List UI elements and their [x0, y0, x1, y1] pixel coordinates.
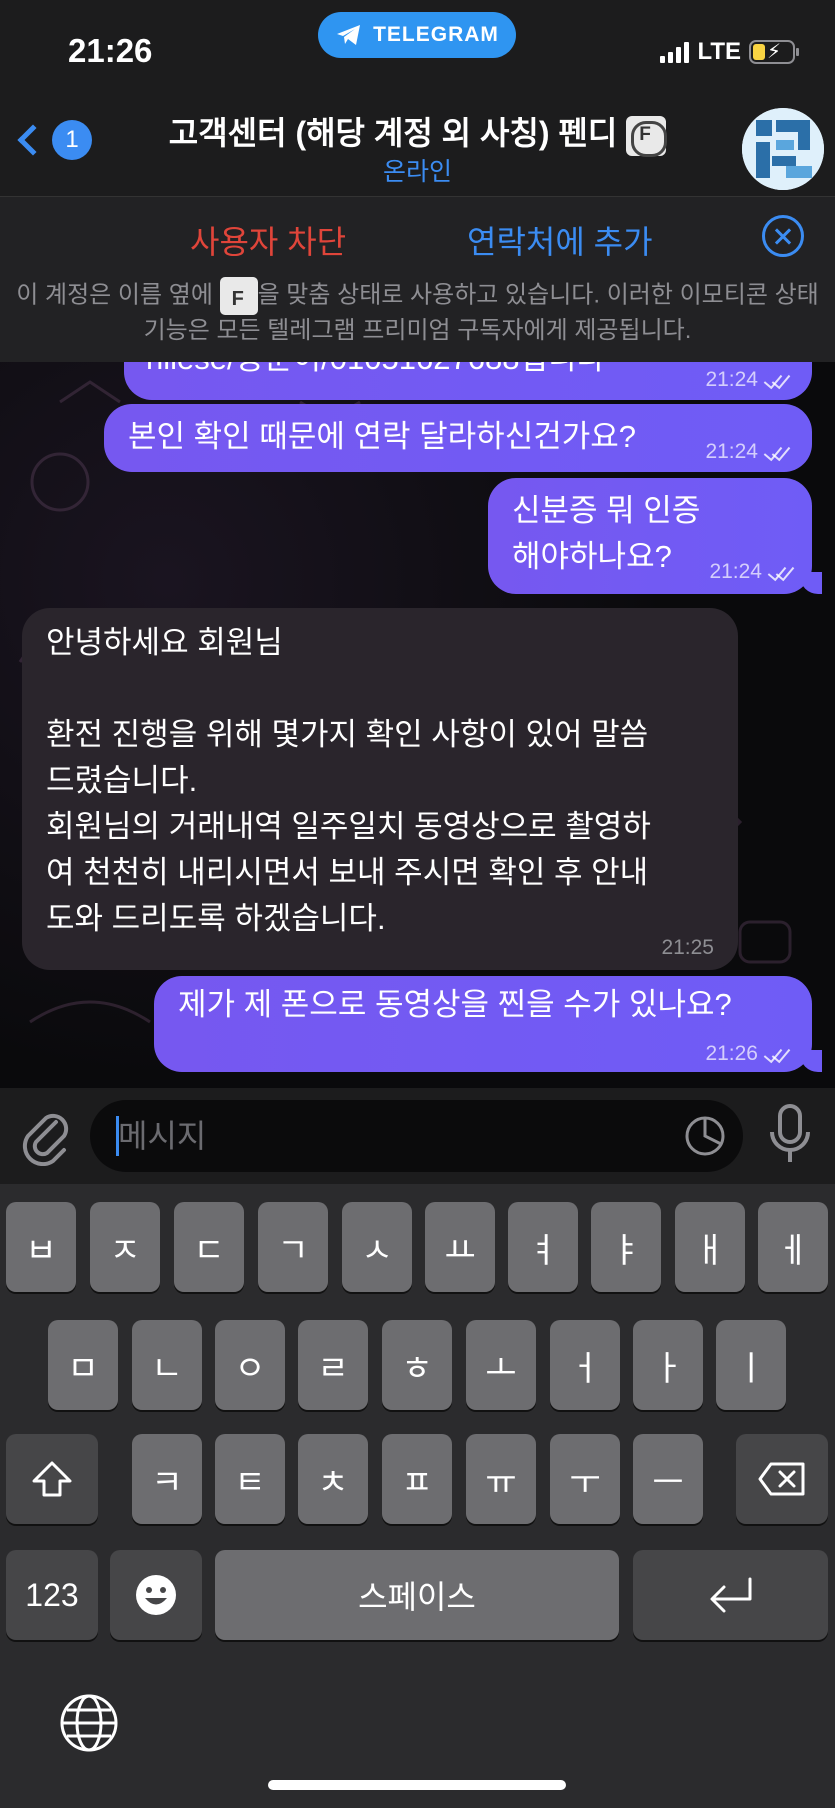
- close-banner-icon[interactable]: [762, 215, 804, 257]
- key[interactable]: ㅗ: [466, 1320, 536, 1410]
- message-meta: 21:24: [709, 560, 796, 584]
- space-key[interactable]: 스페이스: [215, 1550, 619, 1640]
- sticker-icon[interactable]: [683, 1114, 727, 1158]
- key[interactable]: ㅣ: [716, 1320, 786, 1410]
- network-label: LTE: [697, 38, 741, 65]
- key[interactable]: ㄷ: [174, 1202, 244, 1292]
- key[interactable]: ㅇ: [215, 1320, 285, 1410]
- chat-header: 21:26 TELEGRAM LTE ⚡ 1 고객센터 (해당 계정 외 사칭)…: [0, 0, 835, 196]
- message-text: 안녕하세요 회원님 환전 진행을 위해 몇가지 확인 사항이 있어 말씀 드렸습…: [46, 625, 651, 936]
- battery-icon: ⚡: [749, 40, 799, 64]
- message-bubble-outgoing[interactable]: nilese/중준이/01051627688입니다 21:24: [124, 362, 812, 400]
- key[interactable]: ㅊ: [298, 1434, 368, 1524]
- numbers-key[interactable]: 123: [6, 1550, 98, 1640]
- key[interactable]: ㅏ: [633, 1320, 703, 1410]
- add-contact-button[interactable]: 연락처에 추가: [467, 217, 653, 263]
- key[interactable]: ㅋ: [132, 1434, 202, 1524]
- home-indicator[interactable]: [268, 1780, 566, 1790]
- key[interactable]: ㅓ: [550, 1320, 620, 1410]
- korean-keyboard: ㅂ ㅈ ㄷ ㄱ ㅅ ㅛ ㅕ ㅑ ㅐ ㅔ ㅁ ㄴ ㅇ ㄹ ㅎ ㅗ ㅓ ㅏ ㅣ ㅋ …: [0, 1184, 835, 1808]
- key[interactable]: ㅠ: [466, 1434, 536, 1524]
- double-check-icon: [762, 1047, 792, 1061]
- avatar[interactable]: [742, 108, 824, 190]
- emoji-icon: [136, 1575, 176, 1615]
- unread-count-badge: 1: [52, 120, 92, 160]
- chat-title-text: 고객센터 (해당 계정 외 사칭) 펜디: [168, 115, 618, 151]
- message-text: 본인 확인 때문에 연락 달라하신건가요?: [128, 419, 637, 454]
- key[interactable]: ㅕ: [508, 1202, 578, 1292]
- key[interactable]: ㅎ: [382, 1320, 452, 1410]
- key[interactable]: ㅑ: [591, 1202, 661, 1292]
- message-time: 21:26: [705, 1042, 758, 1065]
- key[interactable]: ㄴ: [132, 1320, 202, 1410]
- telegram-icon: [337, 25, 361, 45]
- chevron-left-icon: [17, 124, 49, 156]
- microphone-icon[interactable]: [765, 1102, 815, 1168]
- shift-key[interactable]: [6, 1434, 98, 1524]
- paperclip-icon[interactable]: [20, 1106, 70, 1166]
- message-list[interactable]: nilese/중준이/01051627688입니다 21:24 본인 확인 때문…: [0, 362, 835, 1088]
- block-user-button[interactable]: 사용자 차단: [190, 217, 346, 263]
- key[interactable]: ㅡ: [633, 1434, 703, 1524]
- return-to-app-pill[interactable]: TELEGRAM: [318, 12, 516, 58]
- emoji-status-icon[interactable]: [626, 115, 668, 157]
- shift-icon: [32, 1461, 72, 1497]
- emoji-key[interactable]: [110, 1550, 202, 1640]
- message-composer: [0, 1088, 835, 1184]
- key[interactable]: ㅔ: [758, 1202, 828, 1292]
- online-status: 온라인: [382, 158, 452, 186]
- key[interactable]: ㅈ: [90, 1202, 160, 1292]
- message-bubble-incoming[interactable]: 안녕하세요 회원님 환전 진행을 위해 몇가지 확인 사항이 있어 말씀 드렸습…: [22, 608, 738, 970]
- message-meta: 21:24: [705, 440, 792, 464]
- chat-title[interactable]: 고객센터 (해당 계정 외 사칭) 펜디: [150, 108, 685, 157]
- globe-icon[interactable]: [58, 1692, 120, 1754]
- message-bubble-outgoing[interactable]: 신분증 뭐 인증 해야하나요? 21:24: [488, 478, 822, 594]
- key[interactable]: ㅍ: [382, 1434, 452, 1524]
- message-bubble-outgoing[interactable]: 제가 제 폰으로 동영상을 찐을 수가 있나요? 21:26: [154, 976, 822, 1072]
- key[interactable]: ㅐ: [675, 1202, 745, 1292]
- emoji-status-notice: 이 계정은 이름 옆에 을 맞춤 상태로 사용하고 있습니다. 이러한 이모티콘…: [10, 277, 825, 347]
- key[interactable]: ㄹ: [298, 1320, 368, 1410]
- key[interactable]: ㅌ: [215, 1434, 285, 1524]
- status-time: 21:26: [68, 32, 153, 69]
- back-button[interactable]: 1: [14, 120, 92, 160]
- emoji-status-inline-icon: [219, 277, 258, 315]
- double-check-icon: [766, 565, 796, 579]
- status-indicators: LTE ⚡: [660, 38, 799, 66]
- backspace-key[interactable]: [736, 1434, 828, 1524]
- pill-label: TELEGRAM: [373, 23, 499, 46]
- unknown-contact-banner: 사용자 차단 연락처에 추가 이 계정은 이름 옆에 을 맞춤 상태로 사용하고…: [0, 196, 835, 362]
- double-check-icon: [762, 445, 792, 459]
- return-icon: [710, 1577, 751, 1613]
- message-time: 21:24: [705, 368, 758, 391]
- message-time: 21:24: [709, 560, 762, 583]
- message-text: nilese/중준이/01051627688입니다: [146, 362, 605, 382]
- key[interactable]: ㅅ: [342, 1202, 412, 1292]
- message-meta: 21:24: [705, 368, 792, 392]
- double-check-icon: [762, 373, 792, 387]
- backspace-icon: [758, 1462, 805, 1496]
- key[interactable]: ㅛ: [425, 1202, 495, 1292]
- message-bubble-outgoing[interactable]: 본인 확인 때문에 연락 달라하신건가요? 21:24: [104, 404, 812, 472]
- message-text: 신분증 뭐 인증 해야하나요?: [512, 493, 701, 574]
- notice-text-1: 이 계정은 이름 옆에: [16, 281, 220, 309]
- key[interactable]: ㅂ: [6, 1202, 76, 1292]
- message-meta: 21:26: [705, 1042, 792, 1066]
- key[interactable]: ㄱ: [258, 1202, 328, 1292]
- message-input-field[interactable]: [90, 1100, 743, 1172]
- message-time: 21:25: [661, 936, 714, 959]
- signal-icon: [660, 41, 690, 63]
- return-key[interactable]: [633, 1550, 828, 1640]
- message-time: 21:24: [705, 440, 758, 463]
- message-text: 제가 제 폰으로 동영상을 찐을 수가 있나요?: [178, 987, 732, 1022]
- message-input[interactable]: [118, 1114, 658, 1158]
- key[interactable]: ㅁ: [48, 1320, 118, 1410]
- key[interactable]: ㅜ: [550, 1434, 620, 1524]
